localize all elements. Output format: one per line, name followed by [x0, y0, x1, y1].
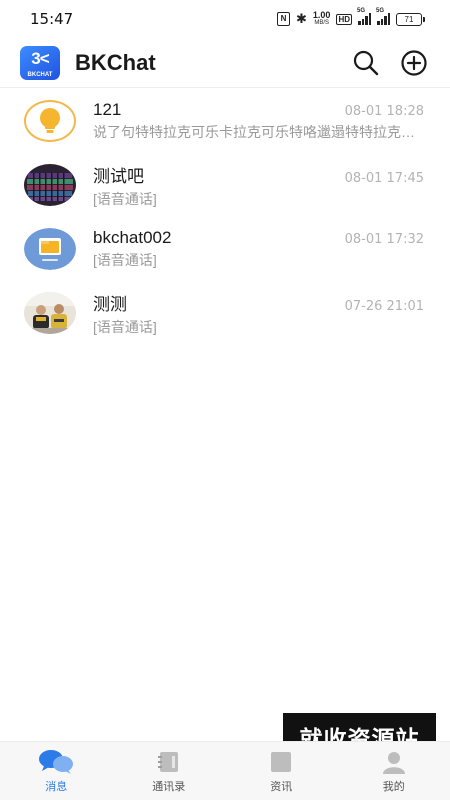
network-speed-value: 1.00 — [312, 10, 331, 20]
bottom-nav: 消息 通讯录 资讯 我的 — [0, 741, 450, 800]
chat-avatar — [24, 292, 76, 334]
chat-body: 测试吧 08-01 17:45 [语音通话] — [93, 162, 424, 209]
chat-preview: 说了句特特拉克可乐卡拉克可乐特咯邋遢特特拉克可乐 — [93, 124, 424, 140]
chat-avatar — [24, 228, 76, 270]
chat-body: 测测 07-26 21:01 [语音通话] — [93, 290, 424, 337]
chat-preview: [语音通话] — [93, 318, 157, 335]
news-icon — [271, 752, 292, 772]
address-book-icon — [157, 752, 178, 772]
signal-icon-1: 5G — [357, 8, 371, 25]
chat-time: 07-26 21:01 — [344, 298, 424, 314]
app-header: 3< BKCHAT BKChat — [0, 38, 450, 88]
status-time: 15:47 — [30, 10, 74, 28]
nav-item-messages[interactable]: 消息 — [0, 742, 113, 800]
chat-name: 测试吧 — [93, 166, 144, 186]
chat-bubbles-icon — [39, 750, 74, 774]
bluetooth-icon: ✱ — [296, 11, 307, 26]
battery-icon: 71 — [396, 12, 425, 26]
network-speed-unit: MB/S — [314, 20, 329, 26]
app-logo: 3< BKCHAT — [20, 45, 60, 80]
nfc-icon: N — [277, 12, 290, 26]
status-bar: 15:47 N ✱ 1.00 MB/S HD 5G 5G 71 — [0, 0, 450, 38]
chat-time: 08-01 18:28 — [344, 104, 424, 119]
status-icons: N ✱ 1.00 MB/S HD 5G 5G 71 — [277, 8, 425, 27]
chat-name: 测测 — [93, 294, 127, 314]
chat-avatar — [24, 100, 76, 142]
chat-time: 08-01 17:45 — [344, 170, 424, 186]
signal-1-label: 5G — [357, 8, 366, 14]
chat-item[interactable]: 121 08-01 18:28 说了句特特拉克可乐卡拉克可乐特咯邋遢特特拉克可乐 — [0, 89, 450, 153]
app-logo-mark: 3< — [31, 48, 49, 68]
chat-name: 121 — [93, 100, 122, 119]
hd-icon: HD — [336, 13, 352, 25]
app-logo-word: BKCHAT — [27, 71, 53, 78]
signal-icon-2: 5G — [376, 8, 390, 25]
chat-avatar — [24, 164, 76, 206]
profile-icon — [382, 752, 405, 774]
nav-item-profile[interactable]: 我的 — [338, 742, 450, 800]
chat-item[interactable]: bkchat002 08-01 17:32 [语音通话] — [0, 217, 450, 281]
add-button[interactable] — [394, 43, 434, 83]
chat-list-screen: 15:47 N ✱ 1.00 MB/S HD 5G 5G 71 3< BKCHA… — [0, 0, 450, 800]
nav-label: 我的 — [382, 781, 405, 793]
chat-item[interactable]: 测测 07-26 21:01 [语音通话] — [0, 281, 450, 345]
search-button[interactable] — [346, 43, 386, 83]
nav-item-news[interactable]: 资讯 — [225, 742, 338, 800]
chat-item[interactable]: 测试吧 08-01 17:45 [语音通话] — [0, 153, 450, 217]
nav-label: 通讯录 — [152, 781, 186, 793]
chat-preview: [语音通话] — [93, 190, 157, 207]
search-icon — [353, 50, 379, 75]
chat-time: 08-01 17:32 — [344, 232, 424, 247]
add-circle-icon — [401, 49, 427, 76]
chat-name: bkchat002 — [93, 228, 172, 247]
chat-list: 121 08-01 18:28 说了句特特拉克可乐卡拉克可乐特咯邋遢特特拉克可乐 — [0, 89, 450, 345]
network-speed: 1.00 MB/S — [313, 11, 331, 27]
nav-item-contacts[interactable]: 通讯录 — [113, 742, 226, 800]
people-photo-avatar — [24, 292, 76, 334]
app-title: BKChat — [75, 49, 156, 75]
chat-body: bkchat002 08-01 17:32 [语音通话] — [93, 228, 424, 270]
lightbulb-avatar — [24, 100, 76, 142]
nav-label: 资讯 — [270, 781, 293, 793]
signal-2-label: 5G — [376, 8, 385, 14]
nav-label: 消息 — [45, 781, 68, 793]
chat-preview: [语音通话] — [93, 252, 157, 268]
chat-body: 121 08-01 18:28 说了句特特拉克可乐卡拉克可乐特咯邋遢特特拉克可乐 — [93, 100, 424, 142]
folder-avatar — [24, 228, 76, 270]
keyboard-photo-avatar — [24, 164, 76, 206]
